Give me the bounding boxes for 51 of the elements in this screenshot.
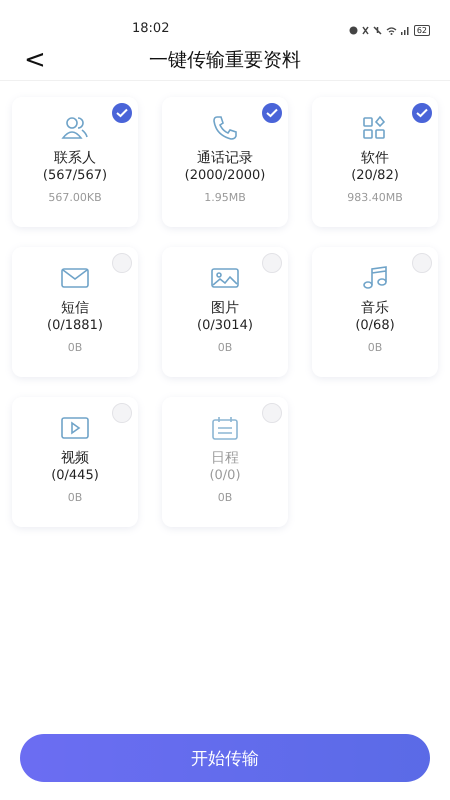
calendar-icon	[210, 415, 240, 441]
contacts-icon	[60, 115, 90, 141]
category-name: 音乐	[361, 299, 389, 317]
item-count: (0/68)	[355, 317, 395, 335]
category-name: 视频	[61, 449, 89, 467]
category-card[interactable]: 联系人 (567/567) 567.00KB	[12, 97, 138, 227]
page-title: 一键传输重要资料	[149, 48, 301, 73]
status-time: 18:02	[132, 21, 170, 36]
data-size: 567.00KB	[48, 191, 102, 204]
category-name: 联系人	[54, 149, 96, 167]
category-card[interactable]: 图片 (0/3014) 0B	[162, 247, 288, 377]
signal-icon	[400, 26, 410, 35]
category-name: 日程	[211, 449, 239, 467]
category-name: 图片	[211, 299, 239, 317]
data-size: 983.40MB	[347, 191, 403, 204]
category-card[interactable]: 通话记录 (2000/2000) 1.95MB	[162, 97, 288, 227]
data-size: 0B	[218, 491, 232, 504]
data-size: 1.95MB	[204, 191, 246, 204]
category-card[interactable]: 视频 (0/445) 0B	[12, 397, 138, 527]
data-size: 0B	[368, 341, 382, 354]
item-count: (0/0)	[209, 467, 241, 485]
category-card[interactable]: 软件 (20/82) 983.40MB	[312, 97, 438, 227]
category-card[interactable]: 音乐 (0/68) 0B	[312, 247, 438, 377]
category-name: 软件	[361, 149, 389, 167]
phone-icon	[210, 115, 240, 141]
item-count: (0/3014)	[197, 317, 253, 335]
check-icon	[266, 108, 278, 118]
category-card[interactable]: 短信 (0/1881) 0B	[12, 247, 138, 377]
checkbox[interactable]	[112, 103, 132, 123]
wifi-icon	[386, 26, 397, 34]
start-transfer-button[interactable]: 开始传输	[20, 734, 430, 782]
check-icon	[116, 108, 128, 118]
checkbox[interactable]	[412, 103, 432, 123]
image-icon	[210, 265, 240, 291]
item-count: (2000/2000)	[184, 167, 266, 185]
mail-icon	[60, 265, 90, 291]
data-size: 0B	[218, 341, 232, 354]
item-count: (20/82)	[351, 167, 399, 185]
category-name: 通话记录	[197, 149, 253, 167]
item-count: (567/567)	[42, 167, 108, 185]
data-size: 0B	[68, 491, 82, 504]
checkbox[interactable]	[262, 103, 282, 123]
video-icon	[60, 415, 90, 441]
item-count: (0/445)	[51, 467, 99, 485]
item-count: (0/1881)	[47, 317, 103, 335]
data-size: 0B	[68, 341, 82, 354]
check-icon	[416, 108, 428, 118]
music-icon	[360, 265, 390, 291]
category-name: 短信	[61, 299, 89, 317]
battery-level: 62	[414, 25, 430, 36]
back-button[interactable]: <	[20, 45, 50, 75]
